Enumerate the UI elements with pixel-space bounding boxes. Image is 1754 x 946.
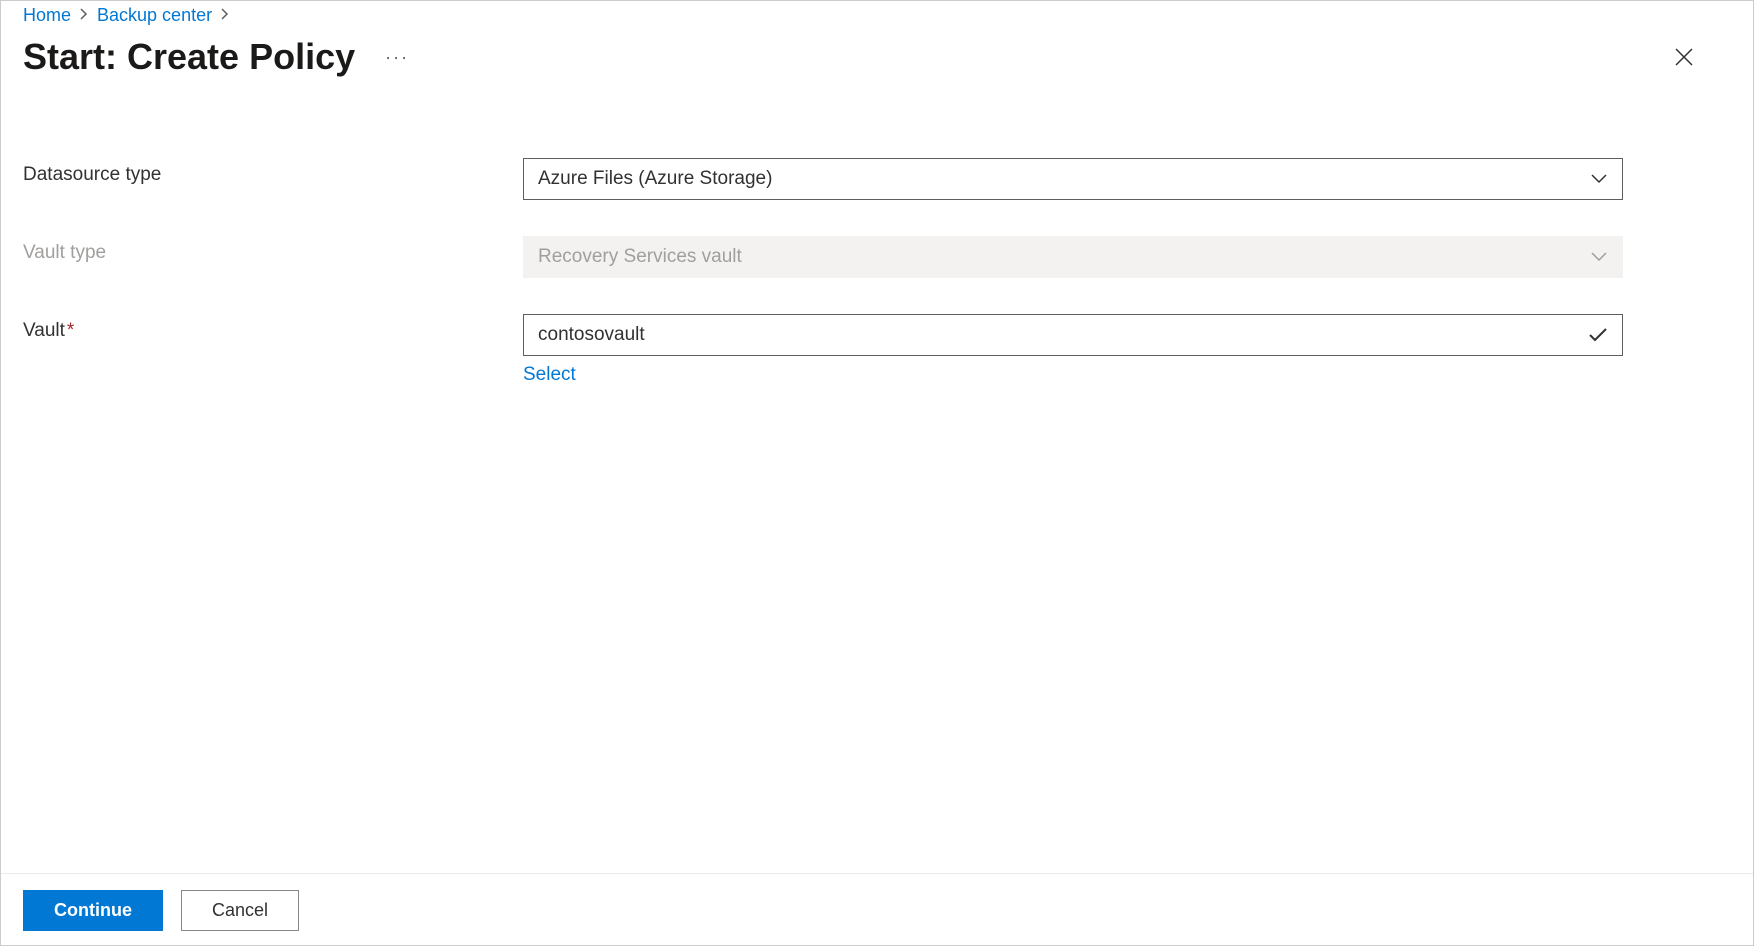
vault-select-link[interactable]: Select: [523, 364, 576, 386]
chevron-down-icon: [1590, 173, 1608, 185]
row-vault: Vault* contosovault Select: [23, 314, 1731, 386]
page-title: Start: Create Policy: [23, 36, 355, 78]
more-actions-icon[interactable]: ···: [385, 47, 409, 68]
row-vault-type: Vault type Recovery Services vault: [23, 236, 1731, 278]
continue-button[interactable]: Continue: [23, 890, 163, 931]
breadcrumb-backup-center[interactable]: Backup center: [97, 5, 212, 26]
footer-bar: Continue Cancel: [1, 873, 1753, 945]
breadcrumb: Home Backup center: [1, 1, 1753, 30]
chevron-right-icon: [220, 7, 230, 25]
form-content: Datasource type Azure Files (Azure Stora…: [1, 98, 1753, 873]
datasource-type-select[interactable]: Azure Files (Azure Storage): [523, 158, 1623, 200]
close-button[interactable]: [1667, 40, 1701, 74]
vault-value: contosovault: [538, 324, 645, 346]
row-datasource-type: Datasource type Azure Files (Azure Stora…: [23, 158, 1731, 200]
vault-select[interactable]: contosovault: [523, 314, 1623, 356]
check-icon: [1588, 327, 1608, 343]
required-indicator: *: [67, 320, 74, 341]
vault-type-value: Recovery Services vault: [538, 246, 742, 268]
chevron-down-icon: [1590, 251, 1608, 263]
breadcrumb-home[interactable]: Home: [23, 5, 71, 26]
vault-type-select: Recovery Services vault: [523, 236, 1623, 278]
label-vault: Vault*: [23, 314, 523, 342]
page-header: Start: Create Policy ···: [1, 30, 1753, 98]
label-vault-type: Vault type: [23, 236, 523, 264]
chevron-right-icon: [79, 7, 89, 25]
datasource-type-value: Azure Files (Azure Storage): [538, 168, 772, 190]
label-datasource-type: Datasource type: [23, 158, 523, 186]
cancel-button[interactable]: Cancel: [181, 890, 299, 931]
